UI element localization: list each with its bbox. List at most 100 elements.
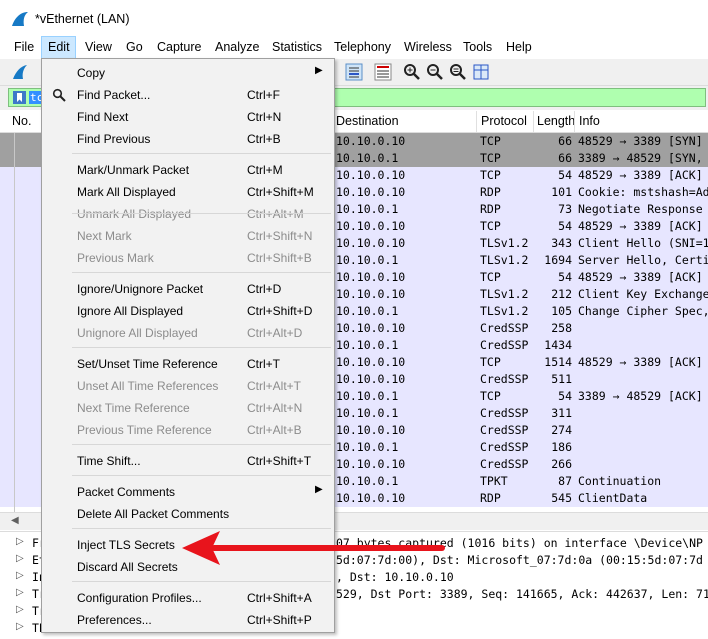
destination-cell: 10.10.0.1 bbox=[336, 440, 399, 454]
length-cell: 105 bbox=[551, 304, 572, 318]
menu-help[interactable]: Help bbox=[506, 40, 532, 54]
menu-previous-mark[interactable]: Previous Mark Ctrl+Shift+B bbox=[43, 247, 333, 269]
length-cell: 212 bbox=[551, 287, 572, 301]
column-length[interactable]: Length bbox=[537, 114, 575, 128]
expand-arrow-icon[interactable]: ▷ bbox=[16, 621, 24, 632]
menu-edit[interactable]: Edit bbox=[48, 40, 70, 54]
zoom-out-icon[interactable] bbox=[426, 63, 444, 81]
protocol-cell: TLSv1.2 bbox=[480, 287, 529, 301]
info-cell: 48529 → 3389 [ACK] bbox=[578, 168, 703, 182]
info-cell: Client Key Exchange bbox=[578, 287, 708, 301]
menu-unignore-all-displayed[interactable]: Unignore All Displayed Ctrl+Alt+D bbox=[43, 322, 333, 344]
menu-set-unset-time-reference[interactable]: Set/Unset Time Reference Ctrl+T bbox=[43, 353, 333, 375]
menu-mark-unmark-packet[interactable]: Mark/Unmark Packet Ctrl+M bbox=[43, 159, 333, 181]
menu-ignore-all-displayed[interactable]: Ignore All Displayed Ctrl+Shift+D bbox=[43, 300, 333, 322]
menu-item-shortcut: Ctrl+B bbox=[247, 132, 281, 146]
info-cell: 3389 → 48529 [ACK] bbox=[578, 389, 703, 403]
details-row-text: , Dst: 10.10.0.10 bbox=[336, 570, 454, 584]
protocol-cell: TCP bbox=[480, 219, 501, 233]
menu-analyze[interactable]: Analyze bbox=[215, 40, 259, 54]
menu-previous-time-reference[interactable]: Previous Time Reference Ctrl+Alt+B bbox=[43, 419, 333, 441]
menu-item-label: Next Mark bbox=[77, 229, 132, 243]
expand-arrow-icon[interactable]: ▷ bbox=[16, 587, 24, 598]
length-cell: 54 bbox=[558, 168, 572, 182]
details-row-text: 529, Dst Port: 3389, Seq: 141665, Ack: 4… bbox=[336, 587, 708, 601]
info-cell: Continuation bbox=[578, 474, 662, 488]
length-cell: 87 bbox=[558, 474, 572, 488]
menu-separator bbox=[72, 213, 331, 214]
length-cell: 266 bbox=[551, 457, 572, 471]
destination-cell: 10.10.0.10 bbox=[336, 321, 406, 335]
menu-configuration-profiles[interactable]: Configuration Profiles... Ctrl+Shift+A bbox=[43, 587, 333, 609]
menu-go[interactable]: Go bbox=[126, 40, 143, 54]
menu-mark-all-displayed[interactable]: Mark All Displayed Ctrl+Shift+M bbox=[43, 181, 333, 203]
menu-ignore-unignore-packet[interactable]: Ignore/Unignore Packet Ctrl+D bbox=[43, 278, 333, 300]
menu-unmark-all-displayed[interactable]: Unmark All Displayed Ctrl+Alt+M bbox=[43, 203, 333, 225]
expand-arrow-icon[interactable]: ▷ bbox=[16, 604, 24, 615]
menu-separator bbox=[72, 153, 331, 154]
length-cell: 73 bbox=[558, 202, 572, 216]
auto-scroll-icon[interactable] bbox=[345, 63, 363, 81]
menu-item-label: Unignore All Displayed bbox=[77, 326, 198, 340]
menu-item-label: Ignore All Displayed bbox=[77, 304, 184, 318]
menu-find-next[interactable]: Find Next Ctrl+N bbox=[43, 106, 333, 128]
menu-packet-comments[interactable]: Packet Comments ▶ bbox=[43, 481, 333, 503]
menu-capture[interactable]: Capture bbox=[157, 40, 201, 54]
expand-arrow-icon[interactable]: ▷ bbox=[16, 536, 24, 547]
menu-file[interactable]: File bbox=[14, 40, 34, 54]
menu-unset-all-time-references[interactable]: Unset All Time References Ctrl+Alt+T bbox=[43, 375, 333, 397]
menu-copy[interactable]: Copy ▶ bbox=[43, 62, 333, 84]
menu-view[interactable]: View bbox=[85, 40, 112, 54]
menu-next-time-reference[interactable]: Next Time Reference Ctrl+Alt+N bbox=[43, 397, 333, 419]
menu-delete-all-packet-comments[interactable]: Delete All Packet Comments bbox=[43, 503, 333, 525]
expand-arrow-icon[interactable]: ▷ bbox=[16, 553, 24, 564]
column-no[interactable]: No. bbox=[12, 114, 31, 128]
menu-item-label: Discard All Secrets bbox=[77, 560, 178, 574]
menu-statistics[interactable]: Statistics bbox=[272, 40, 322, 54]
destination-cell: 10.10.0.10 bbox=[336, 168, 406, 182]
menu-item-label: Mark All Displayed bbox=[77, 185, 176, 199]
menu-time-shift[interactable]: Time Shift... Ctrl+Shift+T bbox=[43, 450, 333, 472]
resize-columns-icon[interactable] bbox=[472, 63, 490, 81]
menu-tools[interactable]: Tools bbox=[463, 40, 492, 54]
destination-cell: 10.10.0.1 bbox=[336, 389, 399, 403]
column-protocol[interactable]: Protocol bbox=[481, 114, 527, 128]
colorize-icon[interactable] bbox=[374, 63, 392, 81]
info-cell: Negotiate Response bbox=[578, 202, 703, 216]
menu-preferences[interactable]: Preferences... Ctrl+Shift+P bbox=[43, 609, 333, 631]
bookmark-icon[interactable] bbox=[13, 91, 26, 104]
menu-find-packet[interactable]: Find Packet... Ctrl+F bbox=[43, 84, 333, 106]
menu-item-shortcut: Ctrl+T bbox=[247, 357, 280, 371]
menu-wireless[interactable]: Wireless bbox=[404, 40, 452, 54]
zoom-in-icon[interactable] bbox=[403, 63, 421, 81]
protocol-cell: TCP bbox=[480, 389, 501, 403]
menu-item-shortcut: Ctrl+Alt+B bbox=[247, 423, 302, 437]
column-separator[interactable] bbox=[533, 111, 534, 132]
info-cell: 3389 → 48529 [SYN, bbox=[578, 151, 703, 165]
menu-item-label: Preferences... bbox=[77, 613, 152, 627]
info-cell: 48529 → 3389 [SYN] bbox=[578, 134, 703, 148]
destination-cell: 10.10.0.1 bbox=[336, 253, 399, 267]
scroll-left-icon[interactable]: ◀ bbox=[11, 515, 19, 526]
length-cell: 511 bbox=[551, 372, 572, 386]
menu-item-shortcut: Ctrl+Alt+N bbox=[247, 401, 303, 415]
info-cell: Client Hello (SNI=1 bbox=[578, 236, 708, 250]
protocol-cell: CredSSP bbox=[480, 406, 529, 420]
menu-item-label: Unmark All Displayed bbox=[77, 207, 192, 221]
length-cell: 274 bbox=[551, 423, 572, 437]
protocol-cell: CredSSP bbox=[480, 372, 529, 386]
menu-telephony[interactable]: Telephony bbox=[334, 40, 391, 54]
info-cell: Cookie: mstshash=Ad bbox=[578, 185, 708, 199]
zoom-normal-icon[interactable] bbox=[449, 63, 467, 81]
menu-next-mark[interactable]: Next Mark Ctrl+Shift+N bbox=[43, 225, 333, 247]
column-separator[interactable] bbox=[574, 111, 575, 132]
column-destination[interactable]: Destination bbox=[336, 114, 399, 128]
protocol-cell: CredSSP bbox=[480, 321, 529, 335]
column-separator[interactable] bbox=[476, 111, 477, 132]
length-cell: 186 bbox=[551, 440, 572, 454]
length-cell: 311 bbox=[551, 406, 572, 420]
start-capture-icon[interactable] bbox=[11, 63, 29, 81]
menu-find-previous[interactable]: Find Previous Ctrl+B bbox=[43, 128, 333, 150]
expand-arrow-icon[interactable]: ▷ bbox=[16, 570, 24, 581]
column-info[interactable]: Info bbox=[579, 114, 600, 128]
